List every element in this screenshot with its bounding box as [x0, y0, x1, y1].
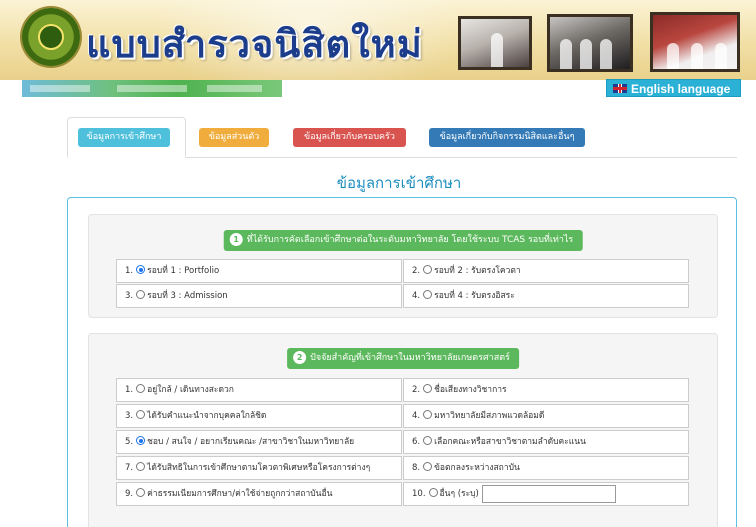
- option-text: มหาวิทยาลัยมีสภาพแวดล้อมดี: [434, 411, 545, 421]
- radio-button[interactable]: [428, 488, 438, 497]
- radio-button[interactable]: [136, 384, 146, 393]
- photo-figure: [691, 43, 703, 69]
- q2-option-1[interactable]: 1. อยู่ใกล้ / เดินทางสะดวก: [116, 378, 402, 402]
- redacted-text: [207, 85, 262, 92]
- option-number: 10.: [412, 489, 426, 499]
- option-number: 2.: [412, 266, 421, 276]
- q2-option-4[interactable]: 4. มหาวิทยาลัยมีสภาพแวดล้อมดี: [403, 404, 689, 428]
- q2-option-9[interactable]: 9. ค่าธรรมเนียมการศึกษา/ค่าใช้จ่ายถูกกว่า…: [116, 482, 402, 506]
- tab-bar: ข้อมูลการเข้าศึกษา ข้อมูลส่วนตัว ข้อมูลเ…: [67, 117, 737, 158]
- q1-option-3[interactable]: 3. รอบที่ 3 : Admission: [116, 284, 402, 308]
- section-title: ข้อมูลการเข้าศึกษา: [336, 174, 462, 192]
- option-number: 3.: [125, 411, 134, 421]
- photo-figure: [560, 39, 572, 69]
- option-text: ข้อตกลงระหว่างสถาบัน: [434, 463, 520, 473]
- q2-option-5[interactable]: 5. ชอบ / สนใจ / อยากเรียนคณะ /สาขาวิชาในม…: [116, 430, 402, 454]
- radio-button[interactable]: [423, 384, 433, 393]
- option-number: 1.: [125, 266, 134, 276]
- radio-button[interactable]: [423, 410, 433, 419]
- option-text: ได้รับคำแนะนำจากบุคคลใกล้ชิด: [147, 411, 267, 421]
- q2-option-8[interactable]: 8. ข้อตกลงระหว่างสถาบัน: [403, 456, 689, 480]
- redacted-text: [117, 85, 187, 92]
- q1-option-4[interactable]: 4. รอบที่ 4 : รับตรงอิสระ: [403, 284, 689, 308]
- header-banner: แบบสำรวจนิสิตใหม่: [0, 0, 756, 80]
- q2-option-10[interactable]: 10. อื่นๆ (ระบุ): [403, 482, 689, 506]
- q2-option-3[interactable]: 3. ได้รับคำแนะนำจากบุคคลใกล้ชิด: [116, 404, 402, 428]
- language-button-label: English language: [631, 82, 731, 96]
- radio-button[interactable]: [423, 436, 433, 445]
- survey-panel: 1 ที่ได้รับการคัดเลือกเข้าศึกษาต่อในระดับ…: [67, 197, 737, 527]
- redacted-text: [30, 85, 90, 92]
- q2-option-7[interactable]: 7. ได้รับสิทธิในการเข้าศึกษาตามโควตาพิเศษ…: [116, 456, 402, 480]
- logo-emblem: [38, 24, 64, 50]
- photo-figure: [491, 33, 503, 67]
- option-number: 5.: [125, 437, 134, 447]
- option-number: 6.: [412, 437, 421, 447]
- question-text: ที่ได้รับการคัดเลือกเข้าศึกษาต่อในระดับม…: [246, 235, 574, 245]
- radio-button[interactable]: [423, 290, 433, 299]
- question-2-label: 2 ปัจจัยสำคัญที่เข้าศึกษาในมหาวิทยาลัยเกษ…: [287, 348, 519, 369]
- tab-admission-info[interactable]: ข้อมูลการเข้าศึกษา: [78, 128, 170, 147]
- radio-button[interactable]: [423, 462, 433, 471]
- photo-figure: [715, 43, 727, 69]
- user-info-bar: [22, 80, 282, 97]
- photo-figure: [580, 39, 592, 69]
- option-text: ชอบ / สนใจ / อยากเรียนคณะ /สาขาวิชาในมหา…: [147, 437, 355, 447]
- radio-button[interactable]: [136, 265, 146, 274]
- radio-button[interactable]: [136, 462, 146, 471]
- q1-option-1[interactable]: 1. รอบที่ 1 : Portfolio: [116, 259, 402, 283]
- question-1-label: 1 ที่ได้รับการคัดเลือกเข้าศึกษาต่อในระดับ…: [223, 230, 583, 251]
- option-text: รอบที่ 4 : รับตรงอิสระ: [434, 291, 515, 301]
- site-title: แบบสำรวจนิสิตใหม่: [86, 21, 423, 66]
- english-language-button[interactable]: English language: [606, 79, 741, 97]
- option-text: รอบที่ 3 : Admission: [147, 291, 228, 301]
- tab-activities-info[interactable]: ข้อมูลเกี่ยวกับกิจกรรมนิสิตและอื่นๆ: [429, 128, 585, 147]
- option-text: ชื่อเสียงทางวิชาการ: [434, 385, 507, 395]
- tab-family-info[interactable]: ข้อมูลเกี่ยวกับครอบครัว: [293, 128, 406, 147]
- university-logo-icon: [22, 8, 80, 66]
- question-text: ปัจจัยสำคัญที่เข้าศึกษาในมหาวิทยาลัยเกษต…: [310, 353, 510, 363]
- option-text: รอบที่ 2 : รับตรงโควตา: [434, 266, 521, 276]
- q1-option-2[interactable]: 2. รอบที่ 2 : รับตรงโควตา: [403, 259, 689, 283]
- radio-button[interactable]: [423, 265, 433, 274]
- option-number: 2.: [412, 385, 421, 395]
- option-text: เลือกคณะหรือสาขาวิชาตามลำดับคะแนน: [434, 437, 586, 447]
- radio-button[interactable]: [136, 436, 146, 445]
- option-text: รอบที่ 1 : Portfolio: [147, 266, 220, 276]
- option-number: 3.: [125, 291, 134, 301]
- option-text: อื่นๆ (ระบุ): [439, 489, 479, 499]
- option-number: 4.: [412, 411, 421, 421]
- banner-photo-student: [458, 16, 532, 70]
- option-text: อยู่ใกล้ / เดินทางสะดวก: [147, 385, 234, 395]
- uk-flag-icon: [613, 84, 627, 93]
- radio-button[interactable]: [136, 290, 146, 299]
- option-number: 7.: [125, 463, 134, 473]
- other-reason-input[interactable]: [481, 484, 616, 503]
- photo-figure: [667, 43, 679, 69]
- option-number: 9.: [125, 489, 134, 499]
- q2-option-6[interactable]: 6. เลือกคณะหรือสาขาวิชาตามลำดับคะแนน: [403, 430, 689, 454]
- banner-photo-group: [547, 14, 633, 72]
- radio-button[interactable]: [136, 410, 146, 419]
- tab-personal-info[interactable]: ข้อมูลส่วนตัว: [199, 128, 269, 147]
- question-number-badge: 2: [293, 351, 307, 364]
- question-number-badge: 1: [229, 233, 243, 246]
- q2-option-2[interactable]: 2. ชื่อเสียงทางวิชาการ: [403, 378, 689, 402]
- option-number: 8.: [412, 463, 421, 473]
- option-text: ได้รับสิทธิในการเข้าศึกษาตามโควตาพิเศษหร…: [147, 463, 371, 473]
- banner-photo-ceremony: [650, 12, 740, 72]
- option-text: ค่าธรรมเนียมการศึกษา/ค่าใช้จ่ายถูกกว่าสถ…: [147, 489, 333, 499]
- radio-button[interactable]: [136, 488, 146, 497]
- photo-figure: [600, 39, 612, 69]
- question-1-group: 1 ที่ได้รับการคัดเลือกเข้าศึกษาต่อในระดับ…: [88, 214, 718, 318]
- question-2-group: 2 ปัจจัยสำคัญที่เข้าศึกษาในมหาวิทยาลัยเกษ…: [88, 333, 718, 527]
- option-number: 4.: [412, 291, 421, 301]
- option-number: 1.: [125, 385, 134, 395]
